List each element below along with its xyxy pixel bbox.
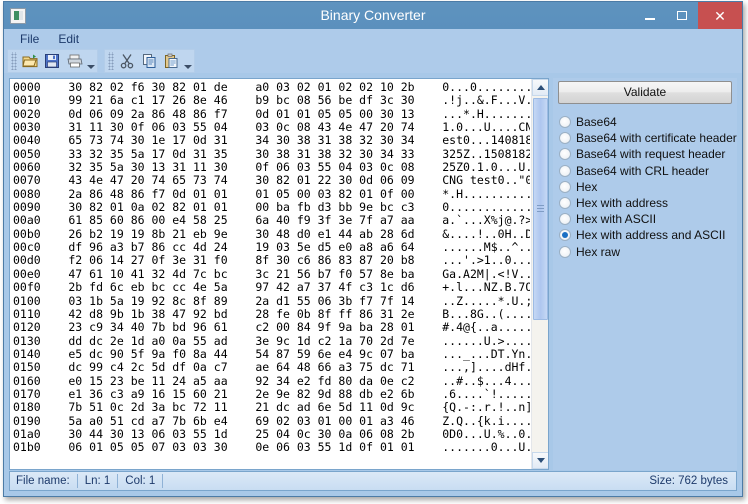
menu-item-edit[interactable]: Edit (50, 31, 87, 47)
radio-option-7[interactable]: Hex with address and ASCII (559, 227, 737, 243)
radio-unselected-icon[interactable] (559, 132, 571, 145)
open-file-icon (21, 54, 37, 67)
cut-button[interactable] (116, 50, 138, 72)
paste-icon (164, 53, 177, 68)
radio-unselected-icon[interactable] (559, 245, 571, 258)
radio-option-3[interactable]: Base64 with CRL header (559, 163, 737, 179)
maximize-icon (677, 11, 687, 20)
radio-option-label: Base64 with request header (576, 147, 726, 162)
toolbar-overflow-button[interactable] (85, 50, 96, 72)
radio-unselected-icon[interactable] (559, 213, 571, 226)
app-icon[interactable] (10, 7, 26, 24)
copy-button[interactable] (138, 50, 160, 72)
options-panel: Validate Base64 Base64 with certificate h… (553, 78, 737, 470)
radio-option-label: Hex raw (576, 244, 621, 259)
format-radio-group: Base64 Base64 with certificate header Base… (553, 114, 737, 260)
radio-option-6[interactable]: Hex with ASCII (559, 211, 737, 227)
save-file-icon (45, 53, 59, 68)
scrollbar-thumb[interactable] (533, 98, 548, 320)
save-file-button[interactable] (41, 50, 63, 72)
radio-option-label: Base64 (576, 115, 617, 130)
print-icon (67, 54, 82, 67)
hex-dump-content: 0000 30 82 02 f6 30 82 01 de a0 03 02 01… (13, 80, 530, 455)
radio-option-label: Base64 with CRL header (576, 163, 709, 178)
radio-option-label: Hex with address and ASCII (576, 228, 726, 243)
toolbar-group-file (7, 48, 98, 73)
print-button[interactable] (63, 50, 85, 72)
title-bar[interactable]: Binary Converter ✕ (4, 2, 742, 29)
cut-icon (120, 53, 134, 68)
toolbar-overflow-button[interactable] (182, 50, 193, 72)
screen: Binary Converter ✕ File Edit 0000 30 82 … (0, 0, 748, 504)
maximize-button[interactable] (666, 2, 698, 29)
radio-option-5[interactable]: Hex with address (559, 195, 737, 211)
radio-option-4[interactable]: Hex (559, 179, 737, 195)
radio-selected-icon[interactable] (559, 229, 571, 242)
status-file-name: File name: (10, 474, 78, 488)
minimize-button[interactable] (634, 2, 666, 29)
radio-option-label: Hex (576, 179, 598, 194)
hex-dump-text-area[interactable]: 0000 30 82 02 f6 30 82 01 de a0 03 02 01… (10, 79, 530, 469)
validate-button[interactable]: Validate (558, 81, 732, 104)
menu-item-file[interactable]: File (12, 31, 47, 47)
close-icon: ✕ (714, 7, 726, 24)
menu-bar: File Edit (4, 29, 742, 48)
toolbar-group-edit (104, 48, 195, 73)
copy-icon (142, 53, 155, 68)
scroll-up-button[interactable] (532, 79, 548, 96)
toolbar-gripper[interactable] (11, 51, 17, 70)
radio-unselected-icon[interactable] (559, 164, 571, 177)
radio-option-1[interactable]: Base64 with certificate header (559, 130, 737, 146)
minimize-icon (645, 17, 655, 20)
hex-vertical-scrollbar[interactable] (531, 79, 548, 469)
toolbar (4, 48, 742, 73)
radio-option-0[interactable]: Base64 (559, 114, 737, 130)
open-file-button[interactable] (19, 50, 41, 72)
radio-option-label: Base64 with certificate header (576, 131, 737, 146)
radio-option-label: Hex with ASCII (576, 212, 657, 227)
status-line: Ln: 1 (78, 474, 119, 488)
radio-option-label: Hex with address (576, 196, 669, 211)
radio-unselected-icon[interactable] (559, 116, 571, 129)
paste-button[interactable] (160, 50, 182, 72)
close-button[interactable]: ✕ (698, 2, 742, 29)
window-buttons: ✕ (634, 2, 742, 29)
scroll-down-icon (536, 458, 545, 463)
toolbar-gripper[interactable] (108, 51, 114, 70)
scroll-up-icon (536, 85, 545, 90)
status-column: Col: 1 (118, 474, 164, 488)
window-title: Binary Converter (320, 7, 426, 23)
radio-option-8[interactable]: Hex raw (559, 244, 737, 260)
scrollbar-grip-icon (537, 205, 544, 213)
radio-unselected-icon[interactable] (559, 180, 571, 193)
status-bar: File name: Ln: 1 Col: 1 Size: 762 bytes (9, 471, 737, 491)
client-area: File Edit 0000 30 82 02 f6 30 82 01 de a… (4, 29, 742, 496)
application-window: Binary Converter ✕ File Edit 0000 30 82 … (3, 1, 743, 497)
main-content: 0000 30 82 02 f6 30 82 01 de a0 03 02 01… (4, 73, 742, 473)
hex-dump-panel[interactable]: 0000 30 82 02 f6 30 82 01 de a0 03 02 01… (9, 78, 549, 470)
radio-unselected-icon[interactable] (559, 197, 571, 210)
radio-option-2[interactable]: Base64 with request header (559, 146, 737, 162)
radio-unselected-icon[interactable] (559, 148, 571, 161)
scroll-down-button[interactable] (532, 452, 548, 469)
status-size: Size: 762 bytes (649, 475, 728, 487)
